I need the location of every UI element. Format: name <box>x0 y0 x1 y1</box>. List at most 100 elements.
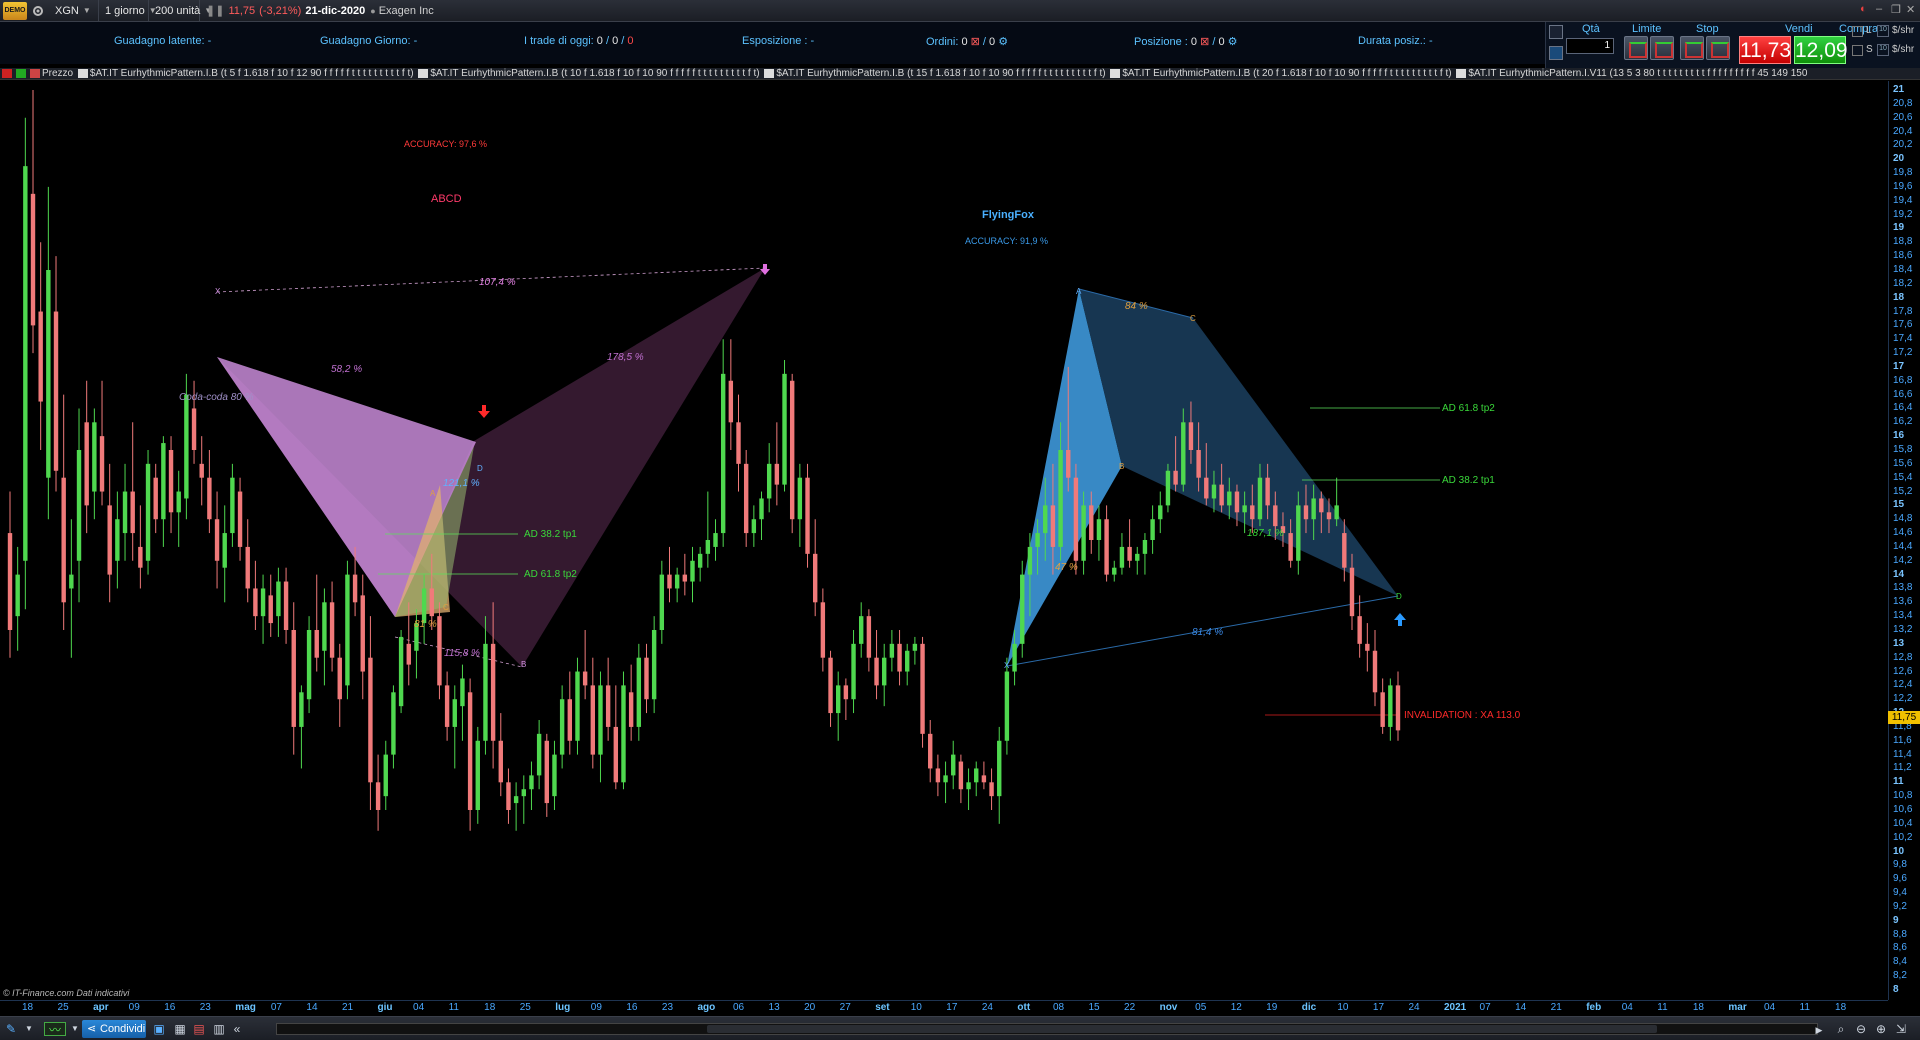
collapse-icon[interactable]: « <box>230 1022 244 1036</box>
candle-body <box>720 373 726 534</box>
chevron-down-icon[interactable]: ▼ <box>68 1022 82 1036</box>
limit-buy-button[interactable] <box>1624 36 1648 60</box>
chart-type-icon[interactable]: 〰 <box>44 1022 66 1037</box>
price-tick: 16,4 <box>1893 402 1913 414</box>
month-tick: mar <box>1728 1002 1747 1013</box>
expand-icon[interactable]: ⇲ <box>1894 1022 1908 1036</box>
quote-date: 21-dic-2020 <box>305 4 366 17</box>
indicator-toggle-icon[interactable] <box>1110 69 1121 78</box>
chart-canvas[interactable] <box>0 81 1888 1000</box>
price-axis[interactable]: 21 20,8 20,6 20,4 20,2 20 19,8 19,6 19,4 19,2 19 18… <box>1888 81 1920 1000</box>
long-checkbox[interactable] <box>1852 26 1863 37</box>
price-indicator-label[interactable]: Prezzo <box>42 68 73 79</box>
buy-button[interactable]: 12,09 <box>1794 36 1848 64</box>
price-tick: 14,6 <box>1893 527 1913 539</box>
date-tick: 19 <box>1266 1002 1278 1013</box>
price-chart[interactable]: ACCURACY: 97,6 % ABCD FlyingFox ACCURACY… <box>0 81 1888 1000</box>
restore-icon[interactable]: ❐ <box>1891 3 1901 16</box>
date-tick: 21 <box>341 1002 354 1013</box>
minimize-icon[interactable]: – <box>1876 3 1882 15</box>
price-tick: 11 <box>1893 776 1904 788</box>
settings-icon[interactable]: ⚙ <box>1228 36 1238 48</box>
indicator-toggle-icon[interactable] <box>764 69 775 78</box>
pencil-icon[interactable]: ✎ <box>4 1022 18 1036</box>
price-tick: 16,2 <box>1893 416 1913 428</box>
units-selector[interactable]: 200 unità ▼ <box>149 0 212 22</box>
invalidation-label: INVALIDATION : XA 113.0 <box>1404 710 1521 721</box>
zoom-fit-icon[interactable]: ⌕ <box>1834 1022 1848 1036</box>
orders-label: Ordini: <box>926 36 959 48</box>
long-unit: $/shr <box>1892 25 1915 36</box>
zoom-in-icon[interactable]: ⊕ <box>1874 1022 1888 1036</box>
short-checkbox[interactable] <box>1852 45 1863 56</box>
candle-body <box>651 630 657 700</box>
indicator-toggle-icon[interactable] <box>418 69 429 78</box>
date-tick: 05 <box>1195 1002 1207 1013</box>
indicator-item[interactable]: $AT.IT EurhythmicPattern.I.B (t 15 f 1.6… <box>776 68 1105 79</box>
scroll-right-icon[interactable]: ▶ <box>1812 1023 1826 1037</box>
timeframe-selector[interactable]: 1 giorno ▼ <box>99 0 157 22</box>
close-icon[interactable]: ✕ <box>1906 3 1915 16</box>
candle-body <box>329 602 335 658</box>
settings-icon[interactable]: ⚙ <box>998 36 1008 48</box>
scrollbar-thumb[interactable] <box>707 1025 1657 1033</box>
date-tick: 14 <box>306 1002 318 1013</box>
time-axis[interactable]: 18 25 apr 09 16 23 mag 07 14 21 giu 04 11 18 25 lug 09 16… <box>0 1000 1888 1014</box>
limit-sell-button[interactable] <box>1650 36 1674 60</box>
candle-body <box>398 636 404 707</box>
date-tick: 06 <box>733 1002 745 1013</box>
indicator-toggle-icon[interactable] <box>1456 69 1467 78</box>
candle-body <box>582 671 588 686</box>
quantity-input[interactable]: 1 <box>1566 38 1614 54</box>
chevron-down-icon[interactable]: ▼ <box>22 1022 36 1036</box>
candle-body <box>1349 567 1355 617</box>
stop-sell-button[interactable] <box>1706 36 1730 60</box>
candle-body <box>421 588 427 624</box>
candle-body <box>1303 505 1309 520</box>
candle-body <box>345 574 350 686</box>
copyright-notice: © IT-Finance.com Dati indicativi <box>3 988 130 998</box>
candle-body <box>1365 643 1370 651</box>
candle-body <box>391 692 396 755</box>
date-tick: 11 <box>1657 1002 1668 1013</box>
long-size-box[interactable]: 10 <box>1877 25 1889 37</box>
price-tick: 19,2 <box>1893 208 1913 220</box>
date-tick: 25 <box>57 1002 69 1013</box>
date-tick: 08 <box>1052 1002 1065 1013</box>
alert-icon[interactable]: ▤ <box>192 1022 206 1036</box>
close-position-icon[interactable]: ⊠ <box>1200 36 1209 48</box>
candle-body <box>805 477 810 554</box>
trades-label: I trade di oggi: <box>524 35 594 47</box>
keyboard-icon[interactable] <box>1549 46 1563 60</box>
cancel-orders-icon[interactable]: ⊠ <box>971 36 980 48</box>
settings-icon[interactable] <box>27 0 49 22</box>
candle-body <box>207 477 212 520</box>
short-size-box[interactable]: 10 <box>1877 44 1889 56</box>
stop-buy-button[interactable] <box>1680 36 1704 60</box>
table-icon[interactable]: ▦ <box>173 1022 187 1036</box>
indicator-item[interactable]: $AT.IT EurhythmicPattern.I.V11 (13 5 3 8… <box>1468 68 1807 79</box>
layout-icon[interactable]: ▥ <box>212 1022 226 1036</box>
tools-icon[interactable] <box>1549 25 1563 39</box>
add-icon[interactable] <box>16 69 26 78</box>
indicator-item[interactable]: $AT.IT EurhythmicPattern.I.B (t 5 f 1.61… <box>90 68 414 79</box>
candle-body <box>1188 422 1194 450</box>
candle-body <box>1372 650 1378 693</box>
price-tick: 17,2 <box>1893 347 1913 359</box>
window-icon[interactable]: ▣ <box>152 1022 166 1036</box>
zoom-out-icon[interactable]: ⊖ <box>1854 1022 1868 1036</box>
indicator-toggle-icon[interactable] <box>77 69 88 78</box>
sell-button[interactable]: 11,73 <box>1739 36 1791 64</box>
candle-body <box>1219 484 1224 506</box>
symbol-selector[interactable]: XGN ▼ <box>49 0 99 22</box>
time-scrollbar[interactable] <box>276 1023 1818 1035</box>
candle-body <box>920 643 925 734</box>
share-button[interactable]: ⋖ Condividi <box>82 1020 146 1038</box>
indicator-item[interactable]: $AT.IT EurhythmicPattern.I.B (t 20 f 1.6… <box>1122 68 1451 79</box>
candle-body <box>498 740 503 783</box>
month-tick: ago <box>697 1002 716 1013</box>
date-tick: 25 <box>519 1002 531 1013</box>
remove-icon[interactable] <box>2 69 12 78</box>
candle-body <box>460 678 465 707</box>
indicator-item[interactable]: $AT.IT EurhythmicPattern.I.B (t 10 f 1.6… <box>430 68 759 79</box>
